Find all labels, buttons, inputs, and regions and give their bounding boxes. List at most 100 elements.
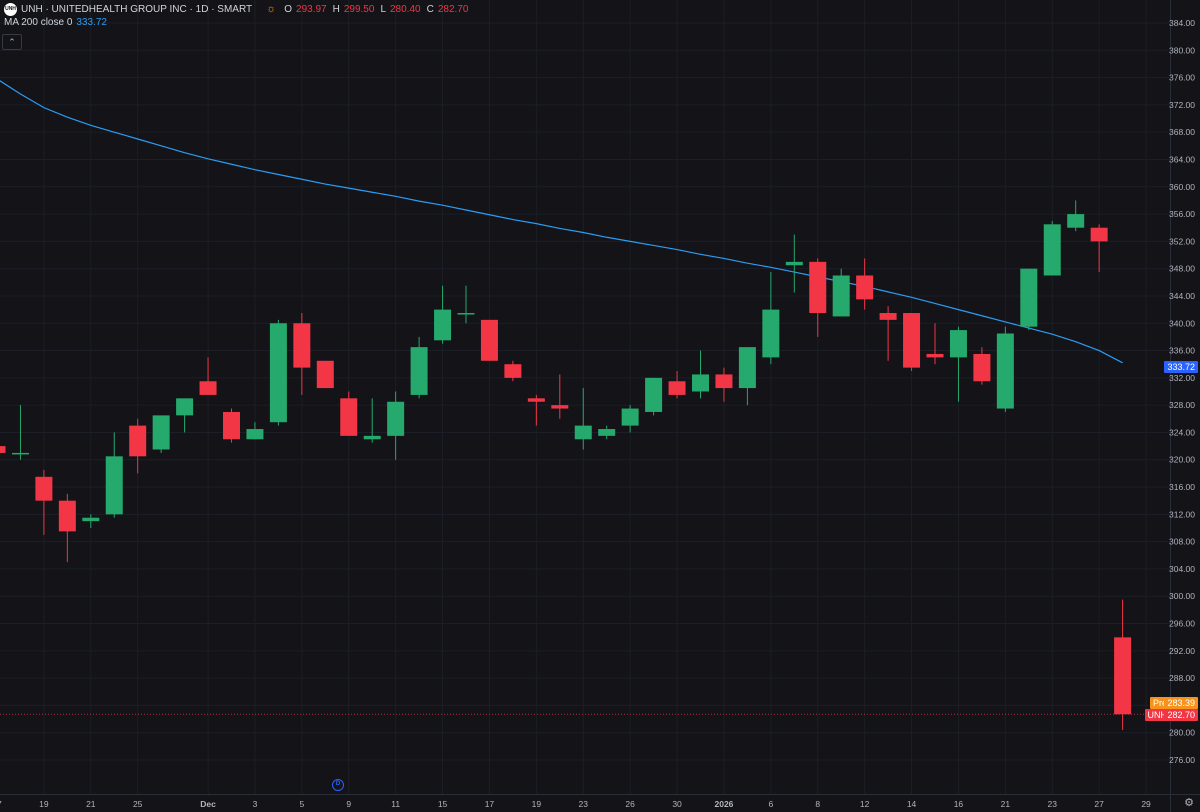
candle-body: [809, 261, 827, 314]
candle-body: [598, 429, 616, 436]
candle-body: [11, 452, 29, 455]
open-label: O: [284, 3, 293, 15]
candle-body: [35, 476, 53, 501]
indicator-label[interactable]: MA 200 close 0: [4, 17, 72, 28]
time-axis-tick-label: 11: [391, 799, 400, 809]
candle-body: [434, 309, 452, 341]
candle-body: [715, 374, 733, 389]
price-axis-tick-label: 340.00: [1169, 318, 1195, 328]
candle-body: [410, 347, 428, 395]
time-axis-tick-label: 30: [672, 799, 682, 809]
last-price-tag: 282.70: [1164, 709, 1198, 721]
time-axis-tick-label: 17: [485, 799, 495, 809]
gear-icon[interactable]: ⚙: [1182, 796, 1196, 810]
candle-body: [363, 435, 381, 440]
price-axis-tick-label: 376.00: [1169, 73, 1195, 83]
candle-body: [223, 411, 240, 440]
candle-body: [199, 381, 217, 395]
price-axis-tick-label: 296.00: [1169, 619, 1195, 629]
price-axis-tick-label: 276.00: [1169, 755, 1195, 765]
price-axis-tick-label: 360.00: [1169, 182, 1195, 192]
time-axis-tick-label: 26: [625, 799, 635, 809]
high-value: 299.50: [343, 3, 375, 15]
price-axis-tick-label: 312.00: [1169, 509, 1195, 519]
candle-body: [152, 415, 170, 450]
price-axis-tick-label: 280.00: [1169, 728, 1195, 738]
time-axis-tick-label: 23: [1048, 799, 1058, 809]
indicator-value: 333.72: [76, 17, 107, 28]
price-axis-tick-label: 380.00: [1169, 45, 1195, 55]
time-axis-tick-label: 5: [299, 799, 304, 809]
candle-body: [293, 323, 311, 368]
time-axis-tick-label: 23: [579, 799, 589, 809]
candle-body: [129, 425, 147, 457]
candle-body: [1090, 227, 1108, 242]
time-axis-tick-label: 16: [954, 799, 964, 809]
price-axis-tick-label: 292.00: [1169, 646, 1195, 656]
dividend-event-icon[interactable]: D: [332, 779, 344, 791]
candle-body: [785, 261, 803, 266]
time-axis-tick-label: 3: [253, 799, 258, 809]
candle-body: [996, 333, 1014, 409]
candle-body: [246, 429, 264, 440]
candle-body: [692, 374, 709, 392]
candle-body: [1114, 637, 1132, 715]
price-axis-tick-label: 344.00: [1169, 291, 1195, 301]
time-axis-tick-label: 12: [860, 799, 870, 809]
time-axis-tick-label: 17: [0, 799, 2, 809]
chevron-up-icon[interactable]: ⌃: [2, 34, 22, 50]
price-axis-tick-label: 364.00: [1169, 154, 1195, 164]
symbol-title[interactable]: UNH · UNITEDHEALTH GROUP INC · 1D · SMAR…: [21, 4, 252, 15]
price-axis-tick-label: 300.00: [1169, 591, 1195, 601]
time-axis-tick-label: 19: [532, 799, 542, 809]
candle-body: [316, 360, 334, 389]
price-axis-tick-label: 288.00: [1169, 673, 1195, 683]
candle-body: [504, 364, 522, 378]
candle-body: [340, 398, 358, 436]
candle-body: [0, 446, 6, 453]
low-value: 280.40: [390, 3, 421, 15]
candle-body: [527, 398, 545, 402]
price-axis-tick-label: 324.00: [1169, 427, 1195, 437]
earnings-icon[interactable]: ☼: [266, 3, 276, 15]
open-value: 293.97: [296, 3, 327, 15]
close-label: C: [426, 3, 434, 15]
time-axis-tick-label: 25: [133, 799, 143, 809]
price-axis-tick-label: 328.00: [1169, 400, 1195, 410]
time-axis-tick-label: 2026: [714, 799, 733, 809]
price-axis-tick-label: 384.00: [1169, 18, 1195, 28]
close-value: 282.70: [437, 3, 469, 15]
price-axis-tick-label: 308.00: [1169, 537, 1195, 547]
high-label: H: [332, 3, 340, 15]
price-axis-tick-label: 316.00: [1169, 482, 1195, 492]
price-chart[interactable]: 276.00280.00284.00288.00292.00296.00300.…: [0, 0, 1200, 812]
ma-price-tag: 333.72: [1164, 361, 1198, 373]
candle-body: [668, 381, 686, 395]
time-axis-tick-label: 19: [39, 799, 49, 809]
time-axis-tick-label: 14: [907, 799, 917, 809]
time-axis-tick-label: 9: [346, 799, 351, 809]
price-axis-tick-label: 372.00: [1169, 100, 1195, 110]
price-axis-tick-label: 368.00: [1169, 127, 1195, 137]
candle-body: [1043, 224, 1061, 276]
symbol-header: UNH UNH · UNITEDHEALTH GROUP INC · 1D · …: [4, 2, 470, 16]
candle-body: [1020, 268, 1038, 327]
time-axis-tick-label: 6: [768, 799, 773, 809]
candle-body: [176, 398, 194, 416]
candle-body: [574, 425, 592, 440]
candle-body: [973, 353, 991, 382]
time-axis-tick-label: 8: [815, 799, 820, 809]
price-axis-tick-label: 304.00: [1169, 564, 1195, 574]
time-axis-tick-label: 21: [1001, 799, 1011, 809]
candle-body: [105, 456, 123, 515]
time-axis-tick-label: Dec: [200, 799, 216, 809]
candle-body: [82, 517, 100, 522]
candle-body: [621, 408, 639, 426]
indicator-legend[interactable]: MA 200 close 0 333.72: [4, 17, 107, 28]
candle-body: [457, 313, 475, 315]
pre-market-price-tag: 283.39: [1164, 697, 1198, 709]
price-axis-tick-label: 332.00: [1169, 373, 1195, 383]
price-axis-tick-label: 352.00: [1169, 236, 1195, 246]
price-axis-tick-label: 336.00: [1169, 346, 1195, 356]
candle-body: [856, 275, 874, 300]
